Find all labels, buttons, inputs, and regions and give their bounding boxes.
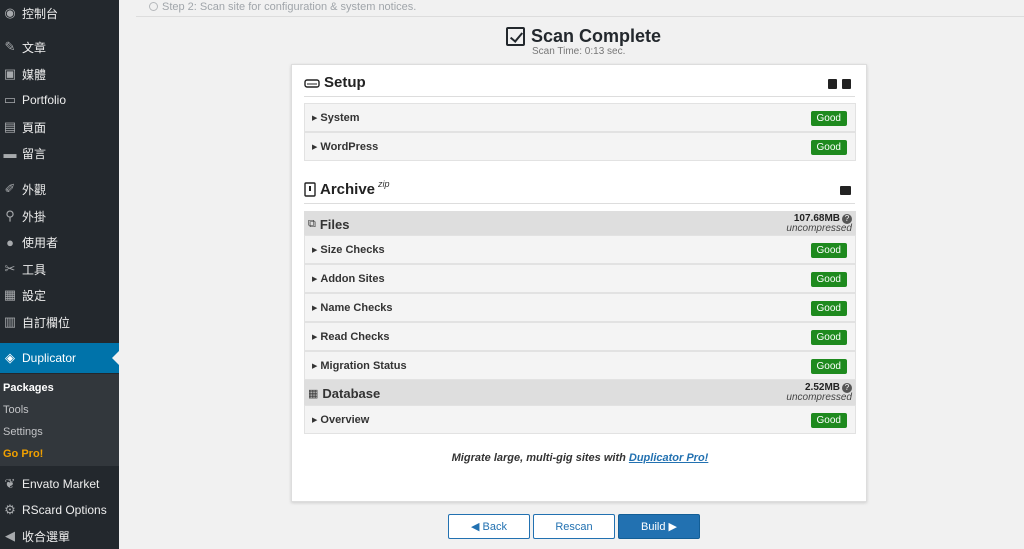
setup-title: Setup bbox=[324, 74, 366, 91]
status-badge: Good bbox=[810, 413, 847, 428]
caret-right-icon: ▶ bbox=[312, 114, 318, 122]
files-row-read-checks[interactable]: ▶ Read Checks Good bbox=[304, 322, 856, 351]
checkbox-checked-icon bbox=[506, 27, 525, 46]
database-row-overview[interactable]: ▶ Overview Good bbox=[304, 405, 856, 434]
pin-icon: ✎ bbox=[4, 39, 16, 54]
caret-right-icon: ▶ bbox=[312, 143, 318, 151]
archive-info-icon[interactable] bbox=[840, 186, 851, 195]
files-group-header: ⧉ Files 107.68MB? uncompressed bbox=[304, 211, 856, 237]
admin-sidebar: ◉ 控制台 ✎ 文章 ▣ 媒體 ▭ Portfolio ▤ 頁面 ▬ 留言 ✐ 外觀 ⚲ 外掛 … bbox=[0, 0, 119, 549]
sidebar-item-settings[interactable]: ▦ 設定 bbox=[0, 282, 119, 308]
database-title: Database bbox=[322, 385, 381, 401]
rescan-button[interactable]: Rescan bbox=[533, 514, 615, 539]
caret-right-icon: ▶ bbox=[312, 362, 318, 370]
back-button[interactable]: ◀ Back bbox=[448, 514, 530, 539]
portfolio-icon: ▭ bbox=[3, 92, 17, 107]
scan-complete-heading: Scan Complete bbox=[506, 26, 661, 47]
sidebar-item-users[interactable]: ● 使用者 bbox=[0, 229, 119, 255]
status-badge: Good bbox=[810, 359, 847, 374]
fields-icon: ▥ bbox=[3, 314, 17, 329]
leaf-icon: ❦ bbox=[4, 476, 16, 491]
brush-icon: ✐ bbox=[4, 181, 16, 196]
caret-right-icon: ▶ bbox=[312, 416, 318, 424]
gear-icon: ⚙ bbox=[4, 502, 16, 517]
duplicator-submenu: Packages Tools Settings Go Pro! bbox=[0, 374, 119, 466]
duplicator-pro-link[interactable]: Duplicator Pro! bbox=[629, 452, 708, 464]
sidebar-item-plugins[interactable]: ⚲ 外掛 bbox=[0, 203, 119, 229]
chip-icon[interactable] bbox=[828, 79, 837, 89]
archive-section-header: Archive zip bbox=[304, 176, 855, 204]
build-button[interactable]: Build ▶ bbox=[618, 514, 700, 539]
sidebar-item-comments[interactable]: ▬ 留言 bbox=[0, 140, 119, 166]
submenu-go-pro[interactable]: Go Pro! bbox=[3, 448, 43, 460]
sidebar-item-portfolio[interactable]: ▭ Portfolio bbox=[0, 87, 119, 113]
plugin-icon: ⚲ bbox=[5, 208, 15, 223]
step-indicator: Step 2: Scan site for configuration & sy… bbox=[136, 0, 1024, 17]
files-row-addon-sites[interactable]: ▶ Addon Sites Good bbox=[304, 264, 856, 293]
user-icon: ● bbox=[6, 234, 14, 250]
status-badge: Good bbox=[810, 111, 847, 126]
caret-right-icon: ▶ bbox=[312, 333, 318, 341]
status-badge: Good bbox=[810, 140, 847, 155]
database-group-header: ▦ Database 2.52MB? uncompressed bbox=[304, 380, 856, 406]
hard-drive-icon bbox=[304, 79, 320, 88]
database-size: 2.52MB? uncompressed bbox=[786, 382, 852, 403]
sidebar-collapse-menu[interactable]: ◀ 收合選單 bbox=[0, 523, 119, 549]
duplicator-icon: ◈ bbox=[5, 350, 15, 365]
zip-file-icon bbox=[304, 182, 316, 197]
sidebar-item-posts[interactable]: ✎ 文章 bbox=[0, 34, 119, 60]
sidebar-item-dashboard[interactable]: ◉ 控制台 bbox=[0, 0, 119, 26]
comment-icon: ▬ bbox=[3, 145, 17, 161]
sidebar-item-rscard-options[interactable]: ⚙ RScard Options bbox=[0, 497, 119, 523]
sidebar-item-envato-market[interactable]: ❦ Envato Market bbox=[0, 471, 119, 497]
submenu-tools[interactable]: Tools bbox=[3, 404, 29, 416]
dashboard-icon: ◉ bbox=[4, 5, 16, 20]
sidebar-item-pages[interactable]: ▤ 頁面 bbox=[0, 114, 119, 140]
wrench-icon: ✂ bbox=[4, 261, 16, 276]
archive-title: Archive bbox=[320, 181, 376, 198]
media-icon: ▣ bbox=[3, 66, 17, 81]
table-icon: ▦ bbox=[308, 387, 319, 400]
wordpress-icon bbox=[149, 2, 158, 11]
caret-right-icon: ▶ bbox=[312, 246, 318, 254]
sidebar-item-duplicator[interactable]: ◈ Duplicator bbox=[0, 343, 119, 373]
scan-results-panel: Setup ▶ System Good ▶ WordPress Good Arc… bbox=[291, 64, 867, 502]
collapse-icon: ◀ bbox=[5, 528, 15, 543]
submenu-settings[interactable]: Settings bbox=[3, 426, 43, 438]
files-row-size-checks[interactable]: ▶ Size Checks Good bbox=[304, 235, 856, 264]
file-icon[interactable] bbox=[842, 79, 851, 89]
step-text: Step 2: Scan site for configuration & sy… bbox=[162, 1, 417, 13]
setup-row-wordpress[interactable]: ▶ WordPress Good bbox=[304, 132, 856, 161]
setup-row-system[interactable]: ▶ System Good bbox=[304, 103, 856, 132]
promo-text: Migrate large, multi-gig sites with Dupl… bbox=[451, 452, 709, 464]
sidebar-item-appearance[interactable]: ✐ 外觀 bbox=[0, 176, 119, 202]
caret-right-icon: ▶ bbox=[312, 304, 318, 312]
caret-right-icon: ▶ bbox=[312, 275, 318, 283]
page-title: Scan Complete bbox=[531, 26, 662, 46]
submenu-packages[interactable]: Packages bbox=[3, 382, 54, 394]
status-badge: Good bbox=[810, 330, 847, 345]
scan-time: Scan Time: 0:13 sec. bbox=[532, 46, 626, 57]
files-row-migration-status[interactable]: ▶ Migration Status Good bbox=[304, 351, 856, 380]
status-badge: Good bbox=[810, 301, 847, 316]
sidebar-item-tools[interactable]: ✂ 工具 bbox=[0, 256, 119, 282]
files-title: Files bbox=[319, 216, 350, 232]
files-row-name-checks[interactable]: ▶ Name Checks Good bbox=[304, 293, 856, 322]
status-badge: Good bbox=[810, 243, 847, 258]
sidebar-item-custom-fields[interactable]: ▥ 自訂欄位 bbox=[0, 309, 119, 335]
settings-icon: ▦ bbox=[3, 287, 17, 302]
archive-format: zip bbox=[378, 178, 390, 189]
files-size: 107.68MB? uncompressed bbox=[786, 213, 852, 234]
files-copy-icon: ⧉ bbox=[308, 217, 316, 230]
setup-section-header: Setup bbox=[304, 69, 855, 97]
status-badge: Good bbox=[810, 272, 847, 287]
page-icon: ▤ bbox=[3, 119, 17, 134]
sidebar-item-media[interactable]: ▣ 媒體 bbox=[0, 61, 119, 87]
